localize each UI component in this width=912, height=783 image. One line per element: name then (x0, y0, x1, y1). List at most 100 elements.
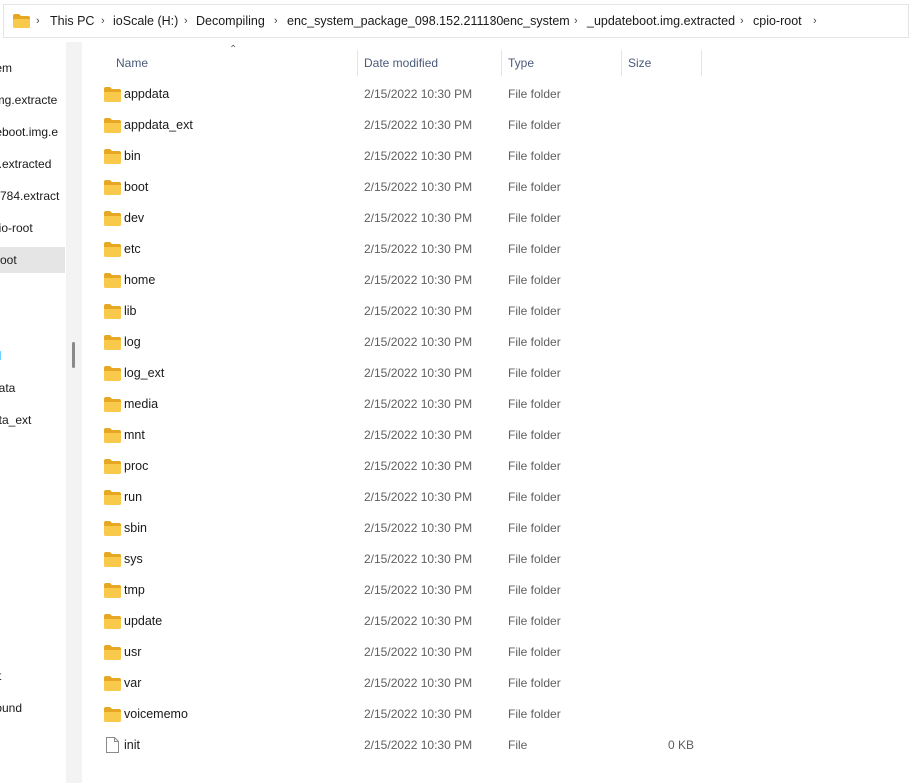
file-date-modified: 2/15/2022 10:30 PM (364, 428, 473, 442)
file-row[interactable]: proc 2/15/2022 10:30 PM File folder (84, 451, 704, 482)
file-row[interactable]: log_ext 2/15/2022 10:30 PM File folder (84, 358, 704, 389)
nav-scrollbar[interactable] (66, 42, 82, 783)
file-name: proc (124, 459, 149, 473)
nav-item[interactable]: 0.extracted (0, 151, 51, 177)
file-row[interactable]: etc 2/15/2022 10:30 PM File folder (84, 234, 704, 265)
folder-icon (104, 87, 121, 102)
file-date-modified: 2/15/2022 10:30 PM (364, 552, 473, 566)
file-name: appdata_ext (124, 118, 193, 132)
file-type: File folder (508, 335, 561, 349)
chevron-right-icon[interactable]: › (36, 15, 40, 27)
file-type: File folder (508, 583, 561, 597)
nav-item[interactable]: pio-root (0, 215, 33, 241)
file-date-modified: 2/15/2022 10:30 PM (364, 211, 473, 225)
file-date-modified: 2/15/2022 10:30 PM (364, 180, 473, 194)
file-row[interactable]: lib 2/15/2022 10:30 PM File folder (84, 296, 704, 327)
nav-item[interactable]: found (0, 695, 22, 721)
file-date-modified: 2/15/2022 10:30 PM (364, 645, 473, 659)
file-name: tmp (124, 583, 145, 597)
file-row[interactable]: sys 2/15/2022 10:30 PM File folder (84, 544, 704, 575)
file-name: log_ext (124, 366, 165, 380)
chevron-right-icon[interactable]: › (813, 15, 817, 27)
nav-item[interactable]: data (0, 375, 15, 401)
chevron-right-icon[interactable]: › (574, 15, 578, 27)
column-header-type[interactable]: Type (500, 46, 620, 80)
breadcrumb-item-cpio-root[interactable]: cpio-root (753, 14, 802, 28)
file-date-modified: 2/15/2022 10:30 PM (364, 738, 473, 752)
file-size (628, 110, 694, 141)
file-row[interactable]: mnt 2/15/2022 10:30 PM File folder (84, 420, 704, 451)
folder-icon (104, 273, 121, 288)
column-divider[interactable] (701, 50, 702, 76)
chevron-right-icon[interactable]: › (184, 15, 188, 27)
file-row[interactable]: boot 2/15/2022 10:30 PM File folder (84, 172, 704, 203)
breadcrumb[interactable]: › This PC › ioScale (H:) › Decompiling ›… (3, 4, 909, 38)
folder-icon (104, 459, 121, 474)
file-name: dev (124, 211, 145, 225)
file-type: File folder (508, 645, 561, 659)
chevron-right-icon[interactable]: › (740, 15, 744, 27)
breadcrumb-item-package[interactable]: enc_system_package_098.152.211130 (287, 14, 503, 28)
file-type: File folder (508, 676, 561, 690)
chevron-right-icon[interactable]: › (274, 15, 278, 27)
file-row[interactable]: var 2/15/2022 10:30 PM File folder (84, 668, 704, 699)
file-type: File folder (508, 149, 561, 163)
file-type: File folder (508, 707, 561, 721)
folder-icon (104, 676, 121, 691)
file-name: voicememo (124, 707, 188, 721)
nav-item[interactable]: tem (0, 55, 12, 81)
file-size (628, 451, 694, 482)
file-row[interactable]: appdata 2/15/2022 10:30 PM File folder (84, 79, 704, 110)
file-type: File folder (508, 180, 561, 194)
nav-item[interactable]: teboot.img.e (0, 119, 58, 145)
file-name: sbin (124, 521, 147, 535)
file-row[interactable]: init 2/15/2022 10:30 PM File 0 KB (84, 730, 704, 761)
column-header-date-modified[interactable]: Date modified (356, 46, 500, 80)
nav-item[interactable]: ata_ext (0, 407, 31, 433)
address-bar: › This PC › ioScale (H:) › Decompiling ›… (0, 0, 912, 42)
file-date-modified: 2/15/2022 10:30 PM (364, 707, 473, 721)
file-row[interactable]: usr 2/15/2022 10:30 PM File folder (84, 637, 704, 668)
breadcrumb-item-enc-system[interactable]: enc_system (503, 14, 570, 28)
breadcrumb-item-decompiling[interactable]: Decompiling (196, 14, 265, 28)
nav-item[interactable]: A784.extract (0, 183, 59, 209)
folder-icon (104, 552, 121, 567)
chevron-right-icon[interactable]: › (101, 15, 105, 27)
file-row[interactable]: home 2/15/2022 10:30 PM File folder (84, 265, 704, 296)
nav-item[interactable]: img.extracte (0, 87, 57, 113)
file-type: File folder (508, 552, 561, 566)
file-size (628, 544, 694, 575)
chevron-right-icon[interactable]: › (490, 15, 494, 27)
file-row[interactable]: sbin 2/15/2022 10:30 PM File folder (84, 513, 704, 544)
file-date-modified: 2/15/2022 10:30 PM (364, 366, 473, 380)
file-row[interactable]: voicememo 2/15/2022 10:30 PM File folder (84, 699, 704, 730)
file-type: File (508, 738, 528, 752)
folder-icon (104, 490, 121, 505)
file-size (628, 637, 694, 668)
nav-item[interactable]: xt (0, 663, 1, 689)
file-row[interactable]: log 2/15/2022 10:30 PM File folder (84, 327, 704, 358)
breadcrumb-item-updateboot[interactable]: _updateboot.img.extracted (587, 14, 735, 28)
file-row[interactable]: bin 2/15/2022 10:30 PM File folder (84, 141, 704, 172)
file-row[interactable]: tmp 2/15/2022 10:30 PM File folder (84, 575, 704, 606)
nav-item-selected[interactable]: -root (0, 247, 65, 273)
file-row[interactable]: run 2/15/2022 10:30 PM File folder (84, 482, 704, 513)
breadcrumb-item-drive[interactable]: ioScale (H:) (113, 14, 178, 28)
file-size (628, 482, 694, 513)
file-date-modified: 2/15/2022 10:30 PM (364, 676, 473, 690)
file-size (628, 358, 694, 389)
folder-icon (104, 428, 121, 443)
file-date-modified: 2/15/2022 10:30 PM (364, 273, 473, 287)
column-header-size[interactable]: Size (620, 46, 700, 80)
file-row[interactable]: dev 2/15/2022 10:30 PM File folder (84, 203, 704, 234)
folder-icon (104, 645, 121, 660)
column-header-name[interactable]: Name (108, 46, 356, 80)
breadcrumb-item-this-pc[interactable]: This PC (50, 14, 94, 28)
file-name: sys (124, 552, 143, 566)
nav-scrollbar-thumb[interactable] (72, 342, 75, 368)
file-name: init (124, 738, 140, 752)
file-row[interactable]: appdata_ext 2/15/2022 10:30 PM File folder (84, 110, 704, 141)
file-size (628, 172, 694, 203)
file-row[interactable]: media 2/15/2022 10:30 PM File folder (84, 389, 704, 420)
file-row[interactable]: update 2/15/2022 10:30 PM File folder (84, 606, 704, 637)
